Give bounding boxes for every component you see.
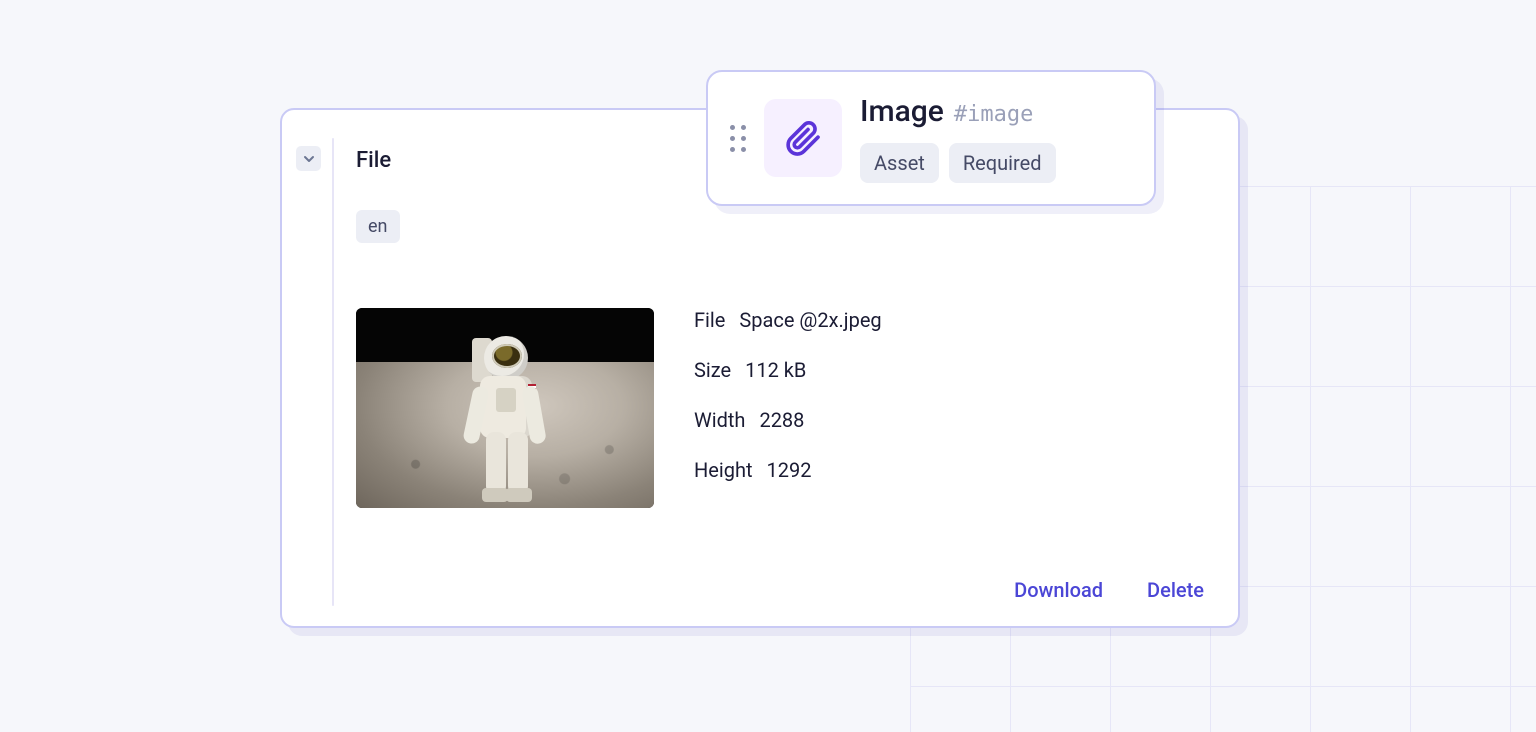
field-icon-box <box>764 99 842 177</box>
meta-row-file: File Space @2x.jpeg <box>694 308 882 332</box>
meta-val-height: 1292 <box>767 458 812 482</box>
file-actions: Download Delete <box>1014 578 1204 602</box>
file-content-row: File Space @2x.jpeg Size 112 kB Width 22… <box>356 308 882 508</box>
field-title-row: Image #image <box>860 94 1056 129</box>
collapse-button[interactable] <box>296 146 321 171</box>
meta-val-size: 112 kB <box>745 358 806 382</box>
attachment-icon <box>783 118 823 158</box>
meta-val-width: 2288 <box>759 408 804 432</box>
field-chips: Asset Required <box>860 143 1056 183</box>
chevron-down-icon <box>303 153 315 165</box>
meta-key-width: Width <box>694 408 745 432</box>
language-chip[interactable]: en <box>356 210 400 243</box>
image-thumbnail[interactable] <box>356 308 654 508</box>
field-title: Image <box>860 94 944 129</box>
meta-key-height: Height <box>694 458 753 482</box>
drag-handle-icon[interactable] <box>730 125 746 152</box>
field-slug: #image <box>954 102 1033 127</box>
field-badge-text: Image #image Asset Required <box>860 94 1056 183</box>
meta-key-file: File <box>694 308 725 332</box>
meta-row-size: Size 112 kB <box>694 358 882 382</box>
download-button[interactable]: Download <box>1014 578 1103 602</box>
chip-asset: Asset <box>860 143 939 183</box>
meta-row-width: Width 2288 <box>694 408 882 432</box>
chip-required: Required <box>949 143 1056 183</box>
meta-val-file: Space @2x.jpeg <box>739 308 881 332</box>
section-divider <box>332 138 334 606</box>
field-badge: Image #image Asset Required <box>706 70 1156 206</box>
meta-key-size: Size <box>694 358 731 382</box>
file-metadata: File Space @2x.jpeg Size 112 kB Width 22… <box>694 308 882 508</box>
section-title: File <box>356 148 391 173</box>
delete-button[interactable]: Delete <box>1147 578 1204 602</box>
meta-row-height: Height 1292 <box>694 458 882 482</box>
